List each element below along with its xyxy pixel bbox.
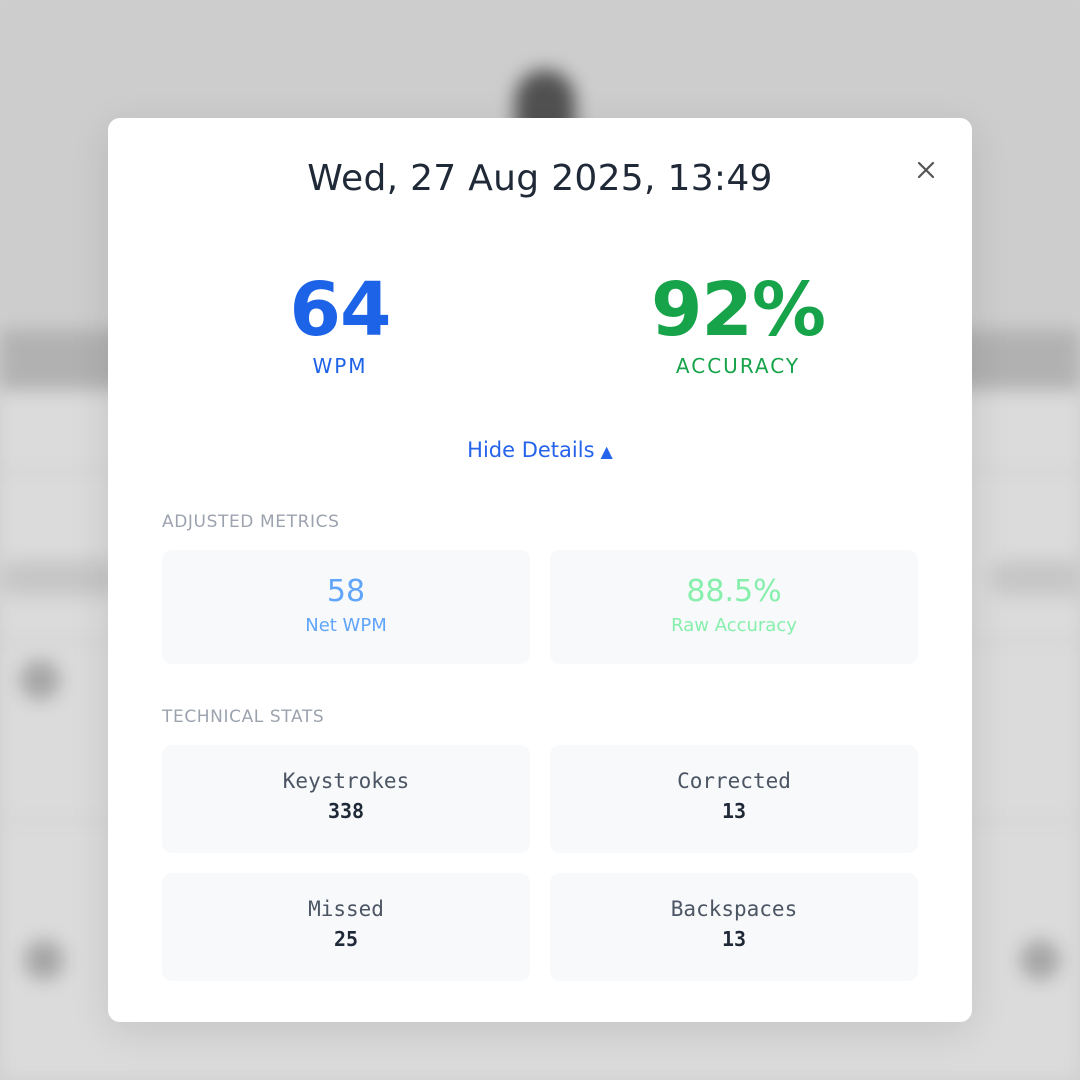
missed-value: 25 xyxy=(333,927,359,951)
session-datetime: Wed, 27 Aug 2025, 13:49 xyxy=(307,158,773,199)
corrected-label: Corrected xyxy=(677,769,791,793)
corrected-card: Corrected 13 xyxy=(550,745,918,853)
keystrokes-value: 338 xyxy=(327,799,365,823)
backspaces-label: Backspaces xyxy=(670,897,798,921)
result-details-modal: Wed, 27 Aug 2025, 13:49 64 WPM 92% ACCUR… xyxy=(108,118,972,1022)
backspaces-value: 13 xyxy=(721,927,747,951)
backspaces-card: Backspaces 13 xyxy=(550,873,918,981)
hide-details-toggle[interactable]: Hide Details ▲ xyxy=(108,438,972,462)
accuracy-label: ACCURACY xyxy=(675,354,801,378)
wpm-value: 64 xyxy=(289,267,392,353)
raw-accuracy-label: Raw Accuracy xyxy=(671,615,797,636)
missed-label: Missed xyxy=(308,897,384,921)
accuracy-stat: 92% ACCURACY xyxy=(588,268,888,378)
net-wpm-label: Net WPM xyxy=(305,615,387,636)
wpm-label: WPM xyxy=(312,354,368,378)
triangle-up-icon: ▲ xyxy=(600,442,613,461)
missed-card: Missed 25 xyxy=(162,873,530,981)
net-wpm-card: 58 Net WPM xyxy=(162,550,530,664)
technical-stats-heading: TECHNICAL STATS xyxy=(162,707,325,727)
wpm-stat: 64 WPM xyxy=(190,268,490,378)
net-wpm-value: 58 xyxy=(326,574,366,609)
adjusted-metrics-heading: ADJUSTED METRICS xyxy=(162,512,340,532)
keystrokes-card: Keystrokes 338 xyxy=(162,745,530,853)
accuracy-value: 92% xyxy=(650,267,826,353)
corrected-value: 13 xyxy=(721,799,747,823)
hide-details-label: Hide Details xyxy=(467,438,595,462)
keystrokes-label: Keystrokes xyxy=(282,769,410,793)
raw-accuracy-card: 88.5% Raw Accuracy xyxy=(550,550,918,664)
raw-accuracy-value: 88.5% xyxy=(686,574,782,609)
